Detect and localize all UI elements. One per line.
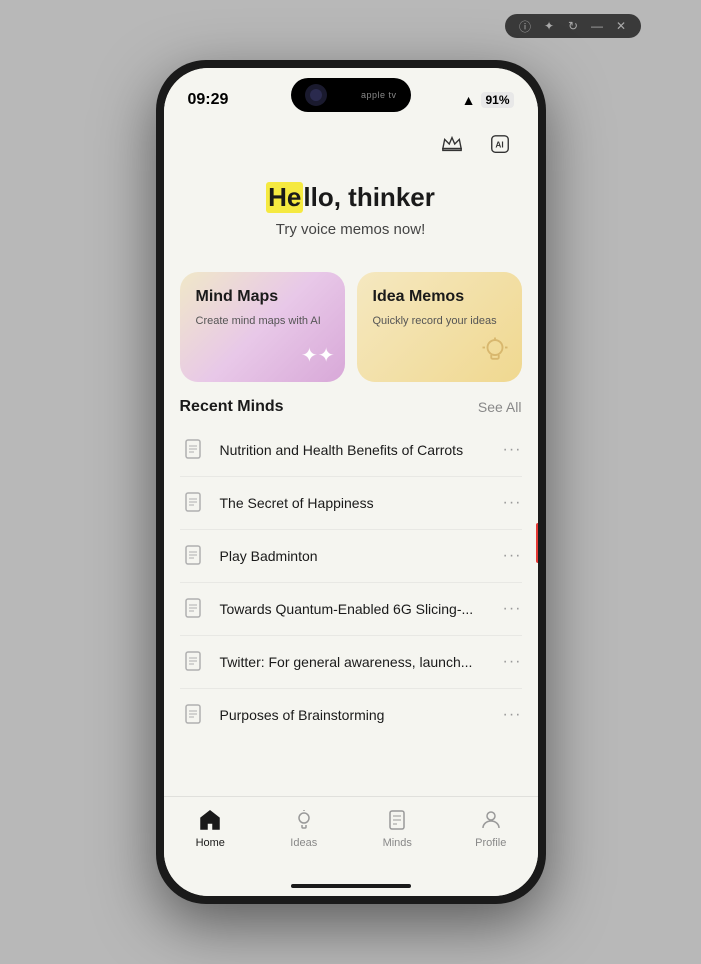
item-more-icon[interactable]: ··· [495, 494, 522, 512]
list-item[interactable]: Towards Quantum-Enabled 6G Slicing-... ·… [180, 583, 522, 636]
item-title: Towards Quantum-Enabled 6G Slicing-... [220, 601, 495, 617]
mind-maps-card[interactable]: Mind Maps Create mind maps with AI ✦✦ [180, 272, 345, 382]
recent-list: Nutrition and Health Benefits of Carrots… [180, 424, 522, 741]
ideas-nav-icon [291, 807, 317, 833]
list-item[interactable]: Play Badminton ··· [180, 530, 522, 583]
minds-nav-icon [384, 807, 410, 833]
see-all-button[interactable]: See All [478, 399, 522, 415]
nav-ideas[interactable]: Ideas [269, 807, 339, 849]
greeting-section: Hello, thinker Try voice memos now! [164, 162, 538, 248]
greeting-text: Hello, thinker [188, 182, 514, 213]
nav-minds[interactable]: Minds [362, 807, 432, 849]
minimize-icon: — [589, 18, 605, 34]
item-title: Twitter: For general awareness, launch..… [220, 654, 495, 670]
item-document-icon [180, 436, 208, 464]
ai-button[interactable]: AI [482, 126, 518, 162]
status-time: 09:29 [188, 91, 229, 109]
close-icon: ✕ [613, 18, 629, 34]
item-more-icon[interactable]: ··· [495, 600, 522, 618]
list-item[interactable]: Purposes of Brainstorming ··· [180, 689, 522, 741]
nav-home[interactable]: Home [175, 807, 245, 849]
browser-toolbar: ⓘ ✦ ↻ — ✕ [505, 14, 641, 38]
cards-section: Mind Maps Create mind maps with AI ✦✦ Id… [164, 248, 538, 398]
item-document-icon [180, 648, 208, 676]
item-title: Purposes of Brainstorming [220, 707, 495, 723]
phone-frame: apple tv 09:29 ▲ 91% [156, 60, 546, 904]
home-indicator [164, 876, 538, 896]
greeting-highlight: He [266, 182, 303, 213]
phone-screen: apple tv 09:29 ▲ 91% [164, 68, 538, 896]
idea-memos-icon [480, 335, 510, 372]
info-icon: ⓘ [517, 18, 533, 34]
item-document-icon [180, 542, 208, 570]
status-right: ▲ 91% [462, 92, 514, 108]
header-actions: AI [164, 118, 538, 162]
item-document-icon [180, 489, 208, 517]
home-bar [291, 884, 411, 888]
item-title: The Secret of Happiness [220, 495, 495, 511]
item-document-icon [180, 595, 208, 623]
greeting-subtitle: Try voice memos now! [188, 221, 514, 238]
profile-nav-label: Profile [475, 837, 506, 849]
di-label: apple tv [361, 90, 397, 100]
refresh-icon: ↻ [565, 18, 581, 34]
greeting-rest: llo, thinker [303, 182, 434, 213]
item-more-icon[interactable]: ··· [495, 706, 522, 724]
item-document-icon [180, 701, 208, 729]
recent-header: Recent Minds See All [180, 398, 522, 416]
idea-memos-subtitle: Quickly record your ideas [373, 314, 506, 328]
item-more-icon[interactable]: ··· [495, 653, 522, 671]
scroll-indicator [536, 523, 538, 563]
idea-memos-title: Idea Memos [373, 288, 506, 306]
mind-maps-title: Mind Maps [196, 288, 329, 306]
idea-memos-card[interactable]: Idea Memos Quickly record your ideas [357, 272, 522, 382]
item-more-icon[interactable]: ··· [495, 547, 522, 565]
recent-section: Recent Minds See All Nu [164, 398, 538, 796]
item-title: Play Badminton [220, 548, 495, 564]
crown-button[interactable] [434, 126, 470, 162]
item-title: Nutrition and Health Benefits of Carrots [220, 442, 495, 458]
sparkle-icon: ✦✦ [301, 343, 335, 368]
list-item[interactable]: The Secret of Happiness ··· [180, 477, 522, 530]
mind-maps-subtitle: Create mind maps with AI [196, 314, 329, 328]
bottom-nav: Home Ideas [164, 796, 538, 876]
battery-indicator: 91% [481, 92, 513, 108]
list-item[interactable]: Twitter: For general awareness, launch..… [180, 636, 522, 689]
wifi-icon: ▲ [462, 92, 476, 108]
profile-nav-icon [478, 807, 504, 833]
ideas-nav-label: Ideas [290, 837, 317, 849]
item-more-icon[interactable]: ··· [495, 441, 522, 459]
desktop-background: ⓘ ✦ ↻ — ✕ apple tv 09:29 ▲ 91% [0, 0, 701, 964]
home-nav-label: Home [196, 837, 225, 849]
di-camera [305, 84, 327, 106]
dynamic-island: apple tv [291, 78, 411, 112]
list-item[interactable]: Nutrition and Health Benefits of Carrots… [180, 424, 522, 477]
nav-profile[interactable]: Profile [456, 807, 526, 849]
recent-title: Recent Minds [180, 398, 284, 416]
svg-text:AI: AI [495, 141, 503, 150]
minds-nav-label: Minds [383, 837, 412, 849]
star-icon: ✦ [541, 18, 557, 34]
home-nav-icon [197, 807, 223, 833]
